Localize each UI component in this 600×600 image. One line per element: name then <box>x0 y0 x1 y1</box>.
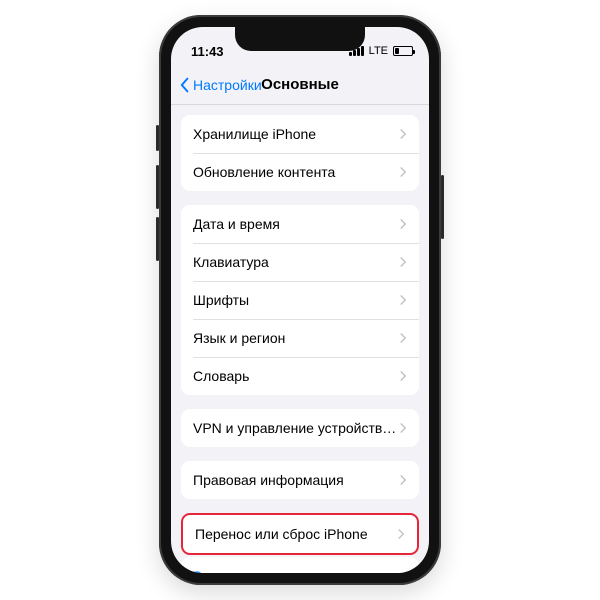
settings-row[interactable]: Перенос или сброс iPhone <box>183 515 417 553</box>
power-button <box>441 175 444 239</box>
settings-row[interactable]: Словарь <box>181 357 419 395</box>
notch <box>235 27 365 51</box>
settings-row[interactable]: VPN и управление устройством <box>181 409 419 447</box>
settings-row[interactable]: Клавиатура <box>181 243 419 281</box>
row-label: Словарь <box>193 368 399 384</box>
mute-switch <box>156 125 159 151</box>
settings-group: Хранилище iPhone Обновление контента <box>181 115 419 191</box>
chevron-right-icon <box>399 474 407 486</box>
settings-row[interactable]: Выключить <box>181 557 419 573</box>
row-label: Выключить <box>193 568 407 573</box>
volume-up-button <box>156 165 159 209</box>
settings-row[interactable]: Хранилище iPhone <box>181 115 419 153</box>
row-label: VPN и управление устройством <box>193 420 399 436</box>
settings-group: Правовая информация <box>181 461 419 499</box>
chevron-right-icon <box>399 166 407 178</box>
settings-row[interactable]: Язык и регион <box>181 319 419 357</box>
chevron-right-icon <box>399 218 407 230</box>
chevron-right-icon <box>399 294 407 306</box>
screen: 11:43 LTE Настройки Основные Хранилище i… <box>171 27 429 573</box>
settings-row[interactable]: Дата и время <box>181 205 419 243</box>
phone-frame: 11:43 LTE Настройки Основные Хранилище i… <box>159 15 441 585</box>
row-label: Клавиатура <box>193 254 399 270</box>
chevron-right-icon <box>399 332 407 344</box>
chevron-right-icon <box>399 128 407 140</box>
settings-group: VPN и управление устройством <box>181 409 419 447</box>
chevron-right-icon <box>399 422 407 434</box>
chevron-right-icon <box>397 528 405 540</box>
nav-title: Основные <box>261 76 339 93</box>
back-button[interactable]: Настройки <box>179 77 262 93</box>
row-label: Дата и время <box>193 216 399 232</box>
row-label: Правовая информация <box>193 472 399 488</box>
settings-group: Дата и время Клавиатура Шрифты Язык и регио… <box>181 205 419 395</box>
row-label: Язык и регион <box>193 330 399 346</box>
chevron-right-icon <box>399 370 407 382</box>
settings-group: Перенос или сброс iPhone <box>181 513 419 555</box>
row-label: Перенос или сброс iPhone <box>195 526 397 542</box>
row-label: Хранилище iPhone <box>193 126 399 142</box>
chevron-left-icon <box>179 77 191 93</box>
status-time: 11:43 <box>191 44 224 59</box>
settings-row[interactable]: Шрифты <box>181 281 419 319</box>
carrier-label: LTE <box>369 45 388 57</box>
settings-group: Выключить <box>181 557 419 573</box>
nav-bar: Настройки Основные <box>171 65 429 105</box>
row-label: Шрифты <box>193 292 399 308</box>
volume-down-button <box>156 217 159 261</box>
settings-row[interactable]: Правовая информация <box>181 461 419 499</box>
chevron-right-icon <box>399 256 407 268</box>
settings-row[interactable]: Обновление контента <box>181 153 419 191</box>
back-label: Настройки <box>193 77 262 93</box>
battery-icon <box>393 46 413 56</box>
row-label: Обновление контента <box>193 164 399 180</box>
settings-content[interactable]: Хранилище iPhone Обновление контента Дата … <box>171 105 429 573</box>
